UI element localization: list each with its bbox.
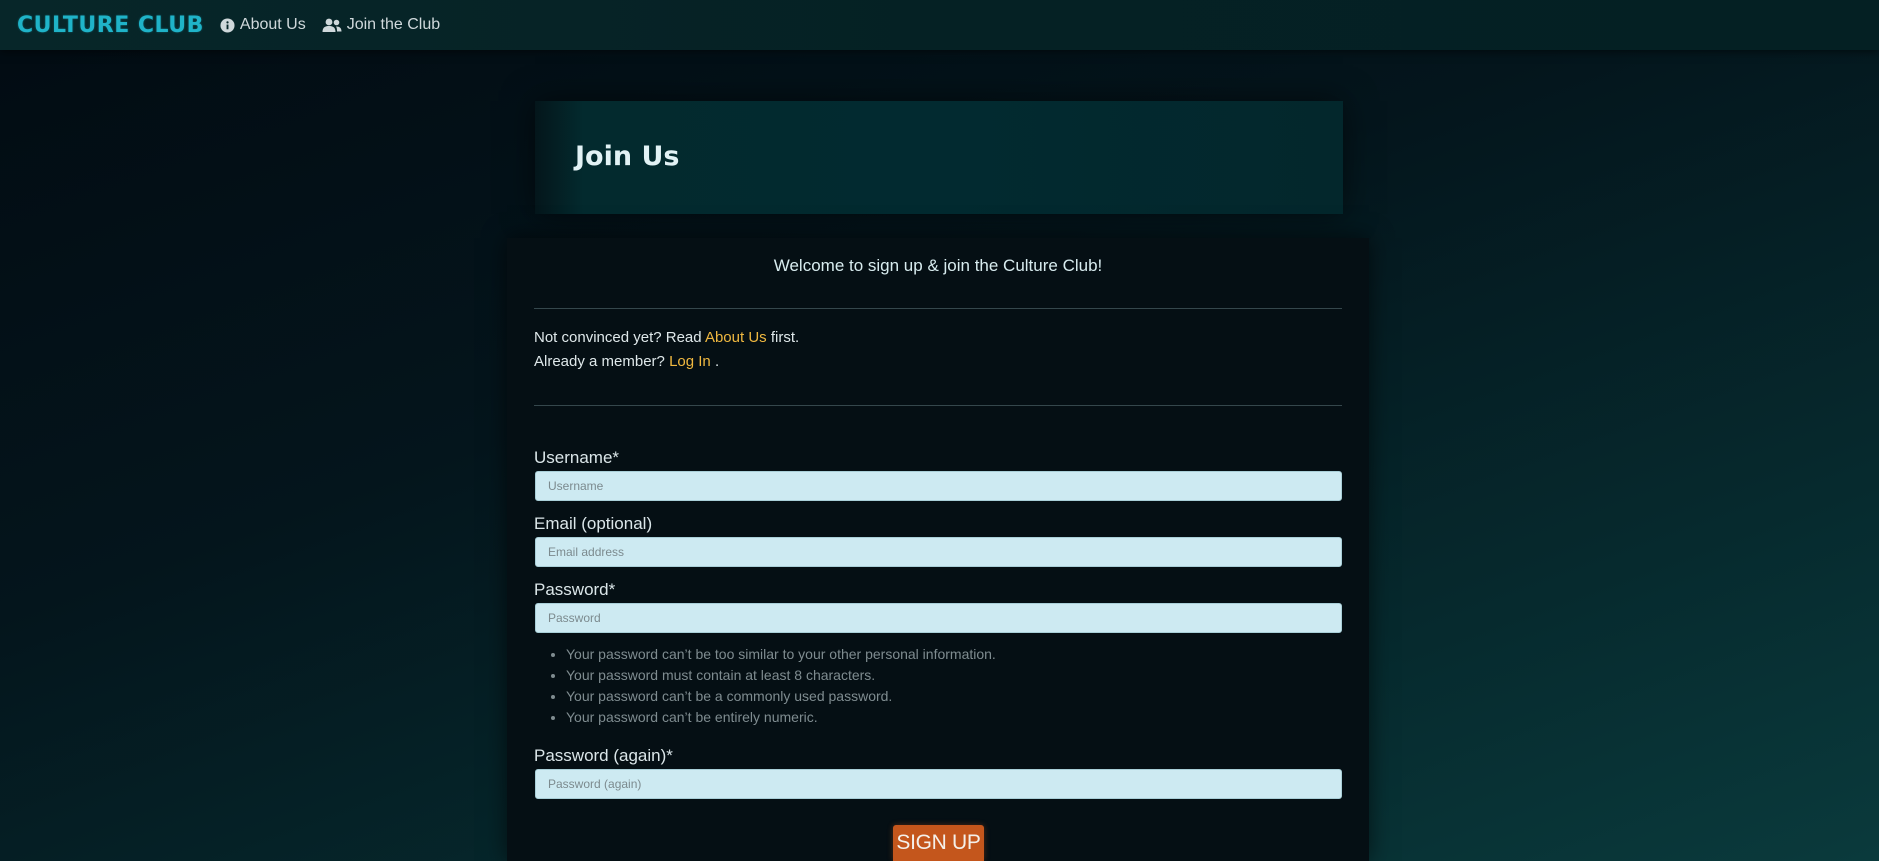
top-navbar: CULTURE CLUB About Us Join the Club bbox=[0, 0, 1879, 50]
password-requirements: Your password can’t be too similar to yo… bbox=[534, 644, 996, 728]
page-title: Join Us bbox=[575, 141, 680, 172]
welcome-text: Welcome to sign up & join the Culture Cl… bbox=[773, 256, 1103, 275]
password-hint: Your password can’t be entirely numeric. bbox=[566, 707, 996, 728]
nav-about-us[interactable]: About Us bbox=[220, 16, 306, 34]
login-link[interactable]: Log In bbox=[669, 353, 711, 370]
divider bbox=[534, 308, 1342, 309]
about-us-link[interactable]: About Us bbox=[705, 329, 767, 346]
password-again-label: Password (again)* bbox=[534, 746, 673, 765]
brand-logo[interactable]: CULTURE CLUB bbox=[17, 13, 204, 38]
password-hint: Your password must contain at least 8 ch… bbox=[566, 665, 996, 686]
divider bbox=[534, 405, 1342, 406]
username-label: Username* bbox=[534, 448, 620, 467]
already-member-text: Already a member? Log In . bbox=[534, 353, 719, 370]
member-suffix: . bbox=[710, 353, 720, 370]
page-header: Join Us bbox=[535, 101, 1343, 214]
member-prefix: Already a member? bbox=[534, 353, 670, 370]
nav-join-club[interactable]: Join the Club bbox=[322, 16, 440, 34]
password-input[interactable] bbox=[535, 603, 1342, 633]
nav-about-label: About Us bbox=[239, 16, 306, 33]
not-convinced-prefix: Not convinced yet? Read bbox=[534, 329, 705, 346]
signup-panel: Welcome to sign up & join the Culture Cl… bbox=[507, 238, 1369, 861]
info-circle-icon bbox=[220, 17, 235, 33]
password-hint: Your password can’t be a commonly used p… bbox=[566, 686, 996, 707]
not-convinced-text: Not convinced yet? Read About Us first. bbox=[534, 329, 799, 346]
password-label: Password* bbox=[534, 580, 616, 599]
password-again-input[interactable] bbox=[535, 769, 1342, 799]
nav-join-label: Join the Club bbox=[346, 16, 441, 33]
username-input[interactable] bbox=[535, 471, 1342, 501]
email-input[interactable] bbox=[535, 537, 1342, 567]
sign-up-button[interactable]: SIGN UP bbox=[893, 825, 984, 861]
users-icon bbox=[322, 18, 342, 32]
email-label: Email (optional) bbox=[534, 514, 653, 533]
not-convinced-suffix: first. bbox=[766, 329, 800, 346]
password-hint: Your password can’t be too similar to yo… bbox=[566, 644, 996, 665]
